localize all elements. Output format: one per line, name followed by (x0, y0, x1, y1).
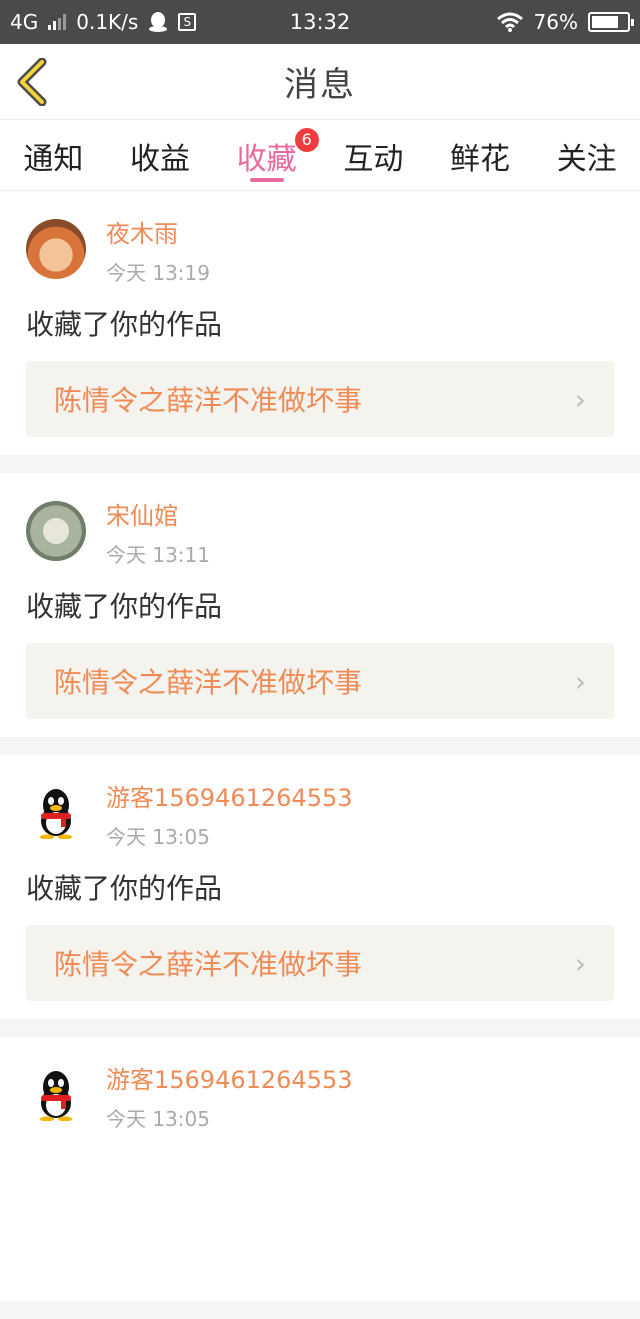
qq-penguin-icon (40, 789, 72, 839)
status-bar: 4G 0.1K/s S 13:32 76% (0, 0, 640, 44)
message-meta: 游客1569461264553 今天 13:05 (106, 1065, 353, 1132)
user-name[interactable]: 夜木雨 (106, 219, 210, 249)
app-status-icon: S (178, 13, 197, 31)
message-header: 宋仙婠 今天 13:11 (26, 501, 614, 567)
message-time: 今天 13:05 (106, 1107, 210, 1131)
battery-percent: 76% (533, 10, 578, 34)
tab-bar: 通知 收益 收藏 6 互动 鲜花 关注 (0, 120, 640, 191)
header: 消息 (0, 44, 640, 120)
message-text: 收藏了你的作品 (26, 308, 223, 341)
message-time: 今天 13:05 (106, 825, 210, 849)
tab-label: 收藏 (236, 142, 297, 177)
message-list: 夜木雨 今天 13:19 收藏了你的作品 陈情令之薛洋不准做坏事 › 宋仙婠 今… (0, 191, 640, 1319)
message-time: 今天 13:19 (106, 261, 210, 285)
message-meta: 夜木雨 今天 13:19 (106, 219, 210, 286)
work-title: 陈情令之薛洋不准做坏事 (54, 384, 363, 417)
qq-status-icon (149, 12, 168, 32)
back-button[interactable] (14, 57, 54, 107)
message-text: 收藏了你的作品 (26, 872, 223, 905)
qq-penguin-icon (40, 1071, 72, 1121)
tab-favorites[interactable]: 收藏 6 (213, 120, 320, 190)
wifi-icon (496, 12, 523, 32)
message-card: 游客1569461264553 今天 13:05 收藏了你的作品 陈情令之薛洋不… (0, 755, 640, 1019)
battery-icon (588, 12, 634, 32)
work-link[interactable]: 陈情令之薛洋不准做坏事 › (26, 643, 614, 719)
chevron-left-icon (17, 57, 47, 107)
message-time: 今天 13:11 (106, 543, 210, 567)
tab-flowers[interactable]: 鲜花 (427, 120, 534, 190)
status-left: 4G 0.1K/s S (10, 10, 197, 34)
chevron-right-icon: › (574, 382, 586, 416)
network-type: 4G (10, 10, 39, 34)
tab-notice[interactable]: 通知 (0, 120, 107, 190)
unread-badge: 6 (294, 128, 319, 152)
work-title: 陈情令之薛洋不准做坏事 (54, 948, 363, 981)
avatar[interactable] (26, 1065, 86, 1125)
tab-earnings[interactable]: 收益 (107, 120, 214, 190)
user-name[interactable]: 宋仙婠 (106, 501, 210, 531)
avatar[interactable] (26, 783, 86, 843)
user-name[interactable]: 游客1569461264553 (106, 1065, 353, 1095)
message-card: 夜木雨 今天 13:19 收藏了你的作品 陈情令之薛洋不准做坏事 › (0, 191, 640, 455)
user-name[interactable]: 游客1569461264553 (106, 783, 353, 813)
message-header: 夜木雨 今天 13:19 (26, 219, 614, 285)
page-title: 消息 (284, 65, 356, 105)
message-text: 收藏了你的作品 (26, 590, 223, 623)
work-title: 陈情令之薛洋不准做坏事 (54, 666, 363, 699)
message-card: 宋仙婠 今天 13:11 收藏了你的作品 陈情令之薛洋不准做坏事 › (0, 473, 640, 737)
signal-icon (48, 14, 67, 30)
tab-follows[interactable]: 关注 (533, 120, 640, 190)
avatar[interactable] (26, 501, 86, 561)
work-link[interactable]: 陈情令之薛洋不准做坏事 › (26, 925, 614, 1001)
tab-label-wrap: 收藏 6 (236, 128, 319, 178)
tab-label: 收益 (130, 142, 190, 177)
tab-label: 互动 (343, 142, 404, 177)
tab-label: 鲜花 (450, 142, 511, 177)
message-meta: 游客1569461264553 今天 13:05 (106, 783, 353, 850)
message-card: 游客1569461264553 今天 13:05 (0, 1037, 640, 1301)
chevron-right-icon: › (574, 664, 586, 698)
tab-label: 通知 (23, 142, 84, 177)
network-speed: 0.1K/s (76, 10, 139, 34)
status-right: 76% (496, 10, 634, 34)
work-link[interactable]: 陈情令之薛洋不准做坏事 › (26, 361, 614, 437)
tab-interactions[interactable]: 互动 (320, 120, 427, 190)
message-header: 游客1569461264553 今天 13:05 (26, 1065, 614, 1131)
message-header: 游客1569461264553 今天 13:05 (26, 783, 614, 849)
message-meta: 宋仙婠 今天 13:11 (106, 501, 210, 568)
tab-label: 关注 (556, 142, 617, 177)
chevron-right-icon: › (574, 946, 586, 980)
avatar[interactable] (26, 219, 86, 279)
battery-fill (592, 16, 618, 28)
